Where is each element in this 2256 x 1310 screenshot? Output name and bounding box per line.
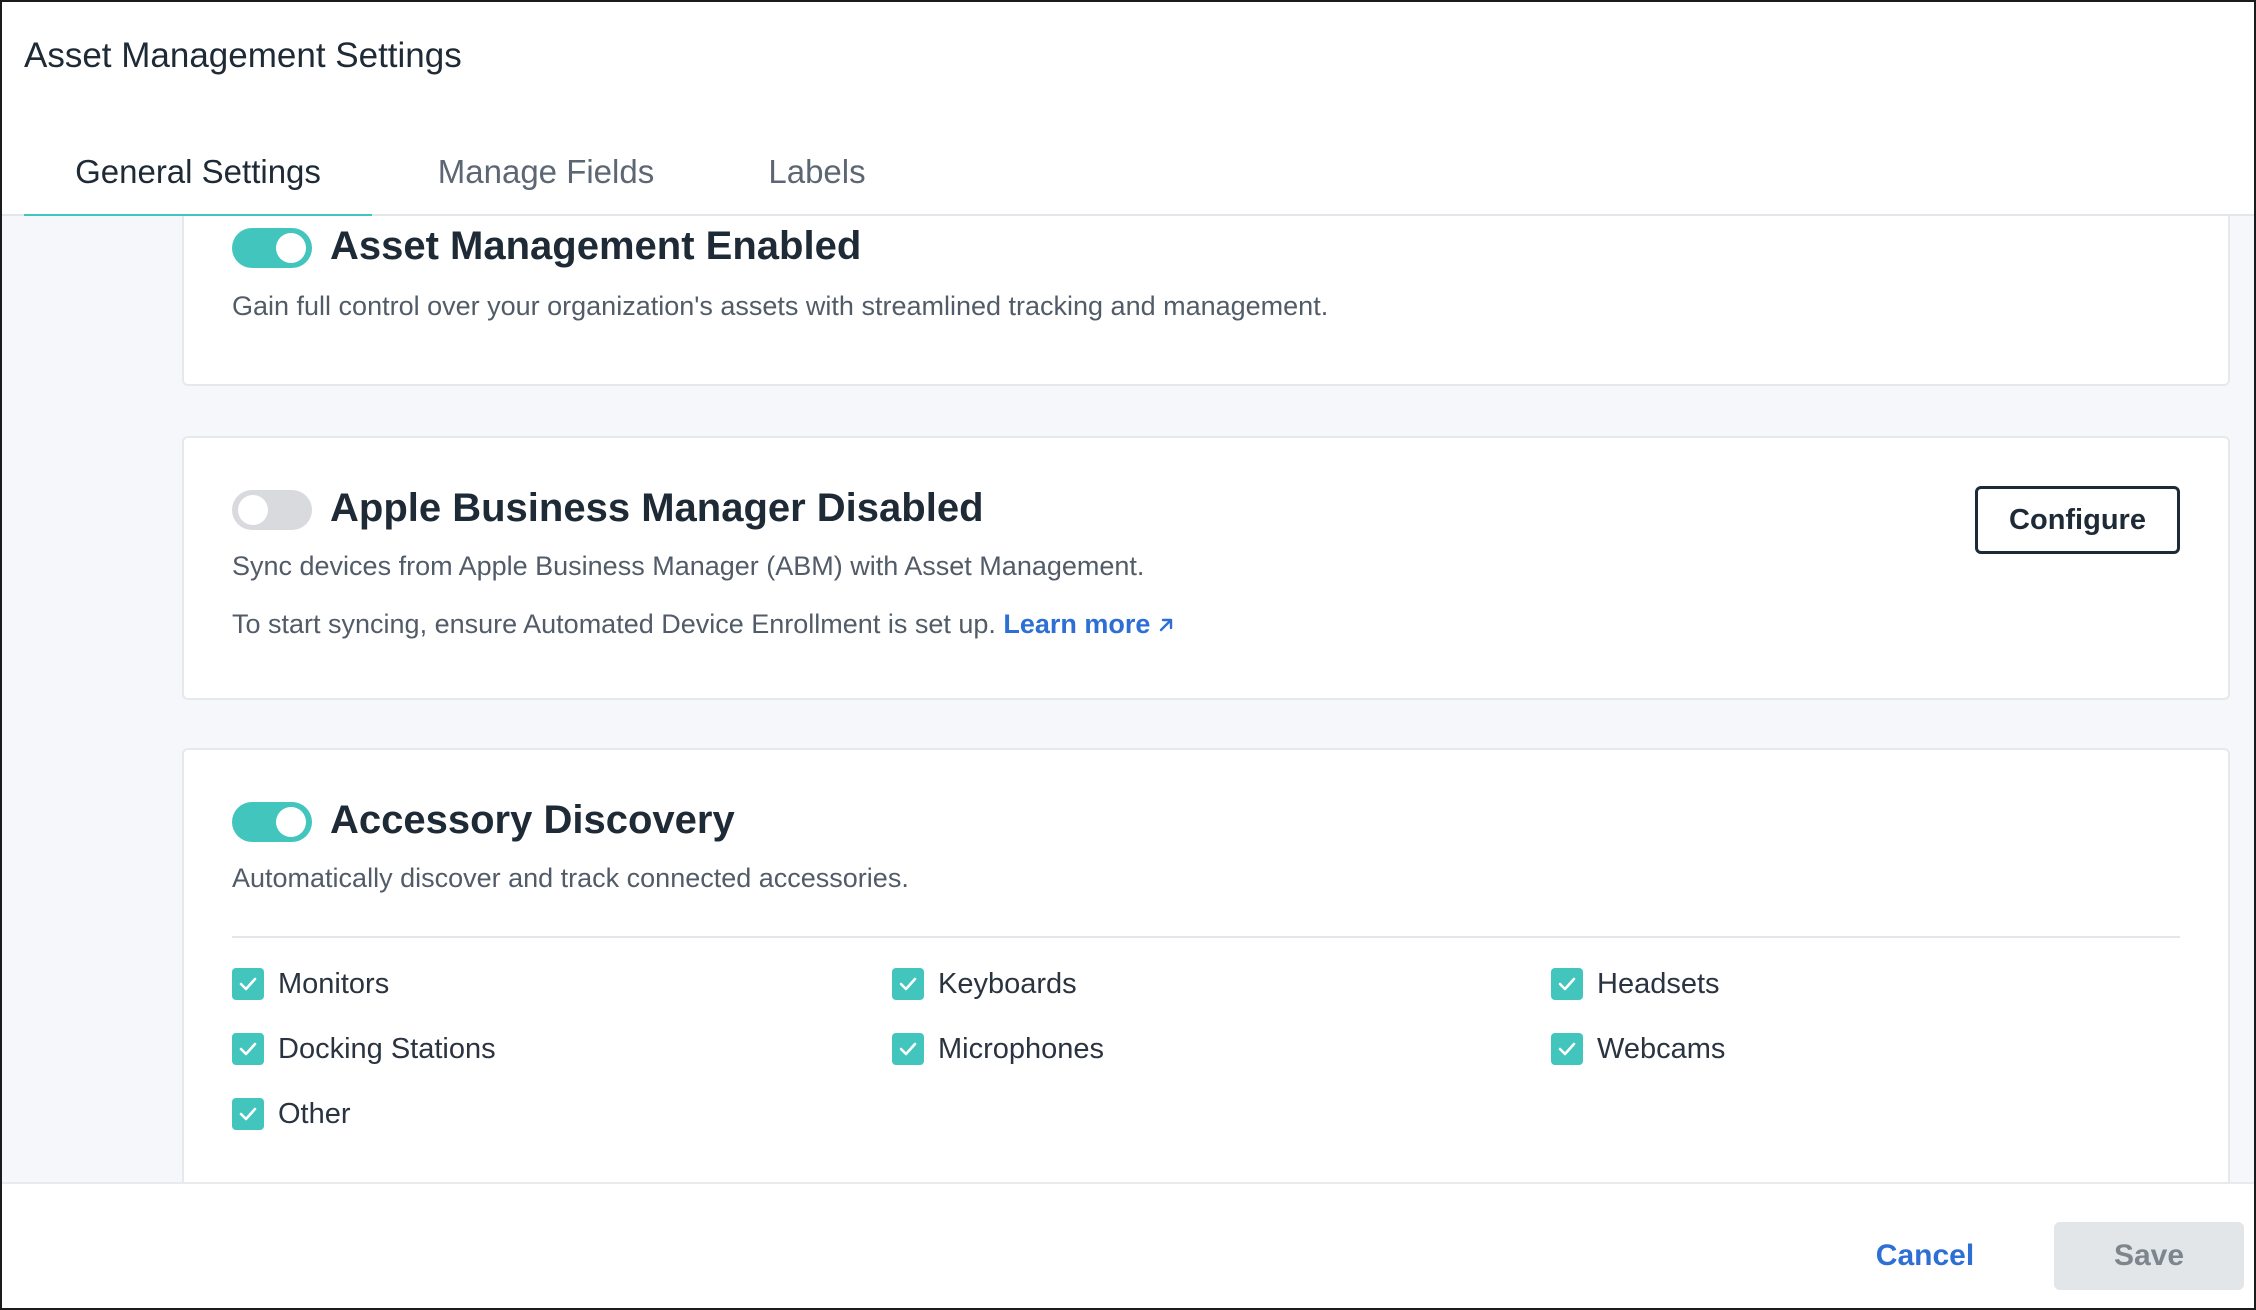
- accessory-microphones[interactable]: Microphones: [892, 1032, 1104, 1066]
- checkbox-label: Keyboards: [938, 967, 1077, 1000]
- checkbox[interactable]: [232, 968, 264, 1000]
- settings-content[interactable]: Asset Management Enabled Gain full contr…: [2, 216, 2254, 1182]
- asset-management-description: Gain full control over your organization…: [232, 291, 1329, 321]
- accessory-discovery-description: Automatically discover and track connect…: [232, 863, 909, 893]
- checkbox-label: Monitors: [278, 967, 390, 1000]
- section-divider: [232, 936, 2180, 938]
- tab-labels[interactable]: Labels: [752, 127, 882, 216]
- accessory-discovery-toggle[interactable]: [232, 802, 312, 842]
- checkbox-label: Microphones: [938, 1032, 1105, 1065]
- check-icon: [899, 977, 917, 991]
- accessory-monitors[interactable]: Monitors: [232, 967, 389, 1001]
- accessory-keyboards[interactable]: Keyboards: [892, 967, 1077, 1001]
- checkbox[interactable]: [232, 1033, 264, 1065]
- window-title: Asset Management Settings: [24, 36, 462, 75]
- checkbox[interactable]: [1551, 1033, 1583, 1065]
- toggle-knob: [238, 495, 268, 525]
- check-icon: [899, 1042, 917, 1056]
- asset-management-card: Asset Management Enabled Gain full contr…: [182, 216, 2230, 386]
- apple-business-manager-note: To start syncing, ensure Automated Devic…: [232, 609, 1176, 640]
- checkbox-label: Other: [278, 1097, 351, 1130]
- checkbox-label: Webcams: [1597, 1032, 1726, 1065]
- check-icon: [1558, 1042, 1576, 1056]
- tab-general-settings[interactable]: General Settings: [24, 127, 372, 218]
- accessory-webcams[interactable]: Webcams: [1551, 1032, 1725, 1066]
- apple-business-manager-description: Sync devices from Apple Business Manager…: [232, 551, 1145, 581]
- external-link-icon: [1160, 618, 1173, 632]
- apple-business-manager-title: Apple Business Manager Disabled: [330, 486, 984, 530]
- note-text: To start syncing, ensure Automated Devic…: [232, 609, 996, 639]
- apple-business-manager-card: Apple Business Manager Disabled Sync dev…: [182, 436, 2230, 700]
- configure-button[interactable]: Configure: [1975, 486, 2180, 554]
- checkbox[interactable]: [892, 1033, 924, 1065]
- accessory-discovery-card: Accessory Discovery Automatically discov…: [182, 748, 2230, 1182]
- tab-bar: General Settings Manage Fields Labels: [2, 127, 2254, 218]
- checkbox-label: Headsets: [1597, 967, 1720, 1000]
- learn-more-label: Learn more: [1003, 609, 1151, 639]
- accessory-discovery-title: Accessory Discovery: [330, 798, 735, 842]
- toggle-knob: [276, 233, 306, 263]
- accessory-headsets[interactable]: Headsets: [1551, 967, 1720, 1001]
- check-icon: [1558, 977, 1576, 991]
- learn-more-link[interactable]: Learn more: [1003, 609, 1176, 639]
- settings-window: Asset Management Settings General Settin…: [0, 0, 2256, 1310]
- check-icon: [239, 977, 257, 991]
- cancel-button[interactable]: Cancel: [1840, 1224, 2010, 1288]
- save-button[interactable]: Save: [2054, 1222, 2244, 1290]
- dialog-footer: Cancel Save: [2, 1182, 2254, 1308]
- asset-management-toggle[interactable]: [232, 228, 312, 268]
- tab-manage-fields[interactable]: Manage Fields: [420, 127, 672, 216]
- accessory-docking-stations[interactable]: Docking Stations: [232, 1032, 496, 1066]
- apple-business-manager-toggle[interactable]: [232, 490, 312, 530]
- asset-management-title: Asset Management Enabled: [330, 224, 862, 268]
- checkbox[interactable]: [892, 968, 924, 1000]
- checkbox[interactable]: [1551, 968, 1583, 1000]
- checkbox-label: Docking Stations: [278, 1032, 496, 1065]
- check-icon: [239, 1107, 257, 1121]
- accessory-other[interactable]: Other: [232, 1097, 351, 1131]
- toggle-knob: [276, 807, 306, 837]
- check-icon: [239, 1042, 257, 1056]
- checkbox[interactable]: [232, 1098, 264, 1130]
